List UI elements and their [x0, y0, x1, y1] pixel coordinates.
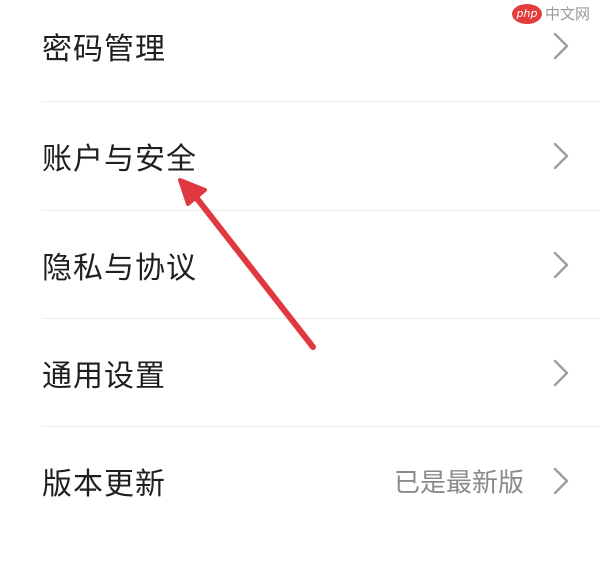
- settings-item-account-security[interactable]: 账户与安全: [0, 102, 600, 210]
- settings-item-label: 账户与安全: [42, 142, 197, 177]
- watermark-logo: php: [512, 4, 542, 24]
- watermark-site-text: 中文网: [545, 5, 591, 23]
- settings-list: 密码管理 账户与安全 隐私与协议 通用设置 版本更新 已是最新版: [0, 0, 600, 578]
- chevron-right-icon: [553, 32, 569, 60]
- settings-item-general-settings[interactable]: 通用设置: [0, 319, 600, 427]
- settings-item-privacy-agreement[interactable]: 隐私与协议: [0, 211, 600, 319]
- version-status-value: 已是最新版: [393, 468, 524, 499]
- settings-item-label: 隐私与协议: [42, 251, 197, 286]
- chevron-right-icon: [553, 359, 569, 387]
- chevron-right-icon: [553, 142, 569, 170]
- settings-item-label: 版本更新: [42, 467, 166, 502]
- settings-item-label: 通用设置: [42, 359, 166, 394]
- chevron-right-icon: [553, 251, 569, 279]
- settings-item-label: 密码管理: [42, 32, 166, 67]
- site-watermark: php 中文网: [512, 2, 598, 26]
- settings-item-password-management[interactable]: 密码管理: [0, 0, 600, 100]
- settings-item-version-update[interactable]: 版本更新 已是最新版: [0, 427, 600, 535]
- chevron-right-icon: [553, 467, 569, 495]
